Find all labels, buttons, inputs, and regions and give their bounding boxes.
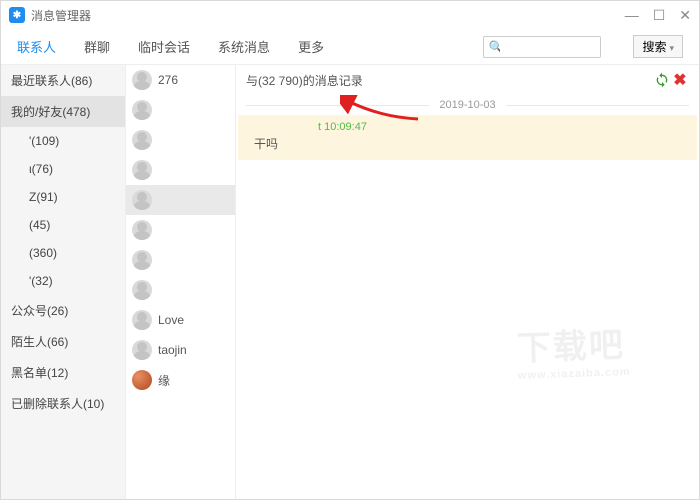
contact-name: taojin bbox=[158, 343, 187, 357]
category-item[interactable]: 黑名单(12) bbox=[1, 357, 125, 388]
avatar bbox=[132, 250, 152, 270]
contact-item[interactable] bbox=[126, 245, 235, 275]
contact-item[interactable] bbox=[126, 215, 235, 245]
window-title: 消息管理器 bbox=[31, 7, 625, 24]
close-button[interactable]: ✕ bbox=[679, 7, 691, 24]
search-box: 🔍 bbox=[483, 36, 601, 58]
refresh-icon bbox=[654, 72, 670, 88]
contact-item[interactable] bbox=[126, 275, 235, 305]
category-item[interactable]: (45) bbox=[1, 211, 125, 239]
category-item[interactable]: 我的/好友(478) bbox=[1, 96, 125, 127]
tab-groups[interactable]: 群聊 bbox=[84, 37, 110, 56]
category-item[interactable]: 已删除联系人(10) bbox=[1, 388, 125, 419]
avatar bbox=[132, 130, 152, 150]
chat-pane: 与(32 790)的消息记录 ✖ 2019-10-03 t 10:09:47 干吗 bbox=[236, 65, 699, 499]
window-controls: — ☐ ✕ bbox=[625, 7, 691, 24]
contact-name: 缘 bbox=[158, 372, 170, 389]
contact-item[interactable]: Love bbox=[126, 305, 235, 335]
tab-temp-sessions[interactable]: 临时会话 bbox=[138, 37, 190, 56]
date-label: 2019-10-03 bbox=[429, 99, 505, 111]
delete-button[interactable]: ✖ bbox=[671, 70, 689, 90]
category-item[interactable]: ι(76) bbox=[1, 155, 125, 183]
message-bubble: t 10:09:47 干吗 bbox=[238, 115, 697, 160]
search-button-label: 搜索 bbox=[642, 40, 666, 54]
delete-icon: ✖ bbox=[673, 70, 686, 90]
main-body: 最近联系人(86)我的/好友(478)'(109)ι(76)Z(91)(45)(… bbox=[1, 65, 699, 499]
tab-more[interactable]: 更多 bbox=[298, 37, 324, 56]
search-icon: 🔍 bbox=[484, 40, 500, 54]
app-window: ✱ 消息管理器 — ☐ ✕ 联系人 群聊 临时会话 系统消息 更多 🔍 搜索▾ … bbox=[0, 0, 700, 500]
avatar bbox=[132, 280, 152, 300]
contact-name: 276 bbox=[158, 73, 178, 87]
category-item[interactable]: '(109) bbox=[1, 127, 125, 155]
category-item[interactable]: 最近联系人(86) bbox=[1, 65, 125, 96]
avatar bbox=[132, 70, 152, 90]
tab-system-messages[interactable]: 系统消息 bbox=[218, 37, 270, 56]
contact-item[interactable] bbox=[126, 155, 235, 185]
chat-header: 与(32 790)的消息记录 ✖ bbox=[236, 65, 699, 95]
message-meta: t 10:09:47 bbox=[248, 121, 687, 133]
titlebar: ✱ 消息管理器 — ☐ ✕ bbox=[1, 1, 699, 29]
maximize-button[interactable]: ☐ bbox=[653, 7, 666, 24]
search-button[interactable]: 搜索▾ bbox=[633, 35, 683, 58]
avatar bbox=[132, 310, 152, 330]
contact-item[interactable] bbox=[126, 185, 235, 215]
dropdown-icon: ▾ bbox=[669, 43, 674, 53]
avatar bbox=[132, 190, 152, 210]
contact-item[interactable]: 缘 bbox=[126, 365, 235, 395]
contact-item[interactable] bbox=[126, 95, 235, 125]
contact-list: 276 Love taojin 缘 bbox=[126, 65, 236, 499]
app-logo-icon: ✱ bbox=[9, 7, 25, 23]
refresh-button[interactable] bbox=[653, 72, 671, 88]
contact-item[interactable] bbox=[126, 125, 235, 155]
category-item[interactable]: 公众号(26) bbox=[1, 295, 125, 326]
avatar bbox=[132, 370, 152, 390]
avatar bbox=[132, 160, 152, 180]
date-divider: 2019-10-03 bbox=[236, 95, 699, 115]
contact-item[interactable]: taojin bbox=[126, 335, 235, 365]
message-text: 干吗 bbox=[248, 135, 687, 152]
category-item[interactable]: Z(91) bbox=[1, 183, 125, 211]
category-item[interactable]: (360) bbox=[1, 239, 125, 267]
contact-item[interactable]: 276 bbox=[126, 65, 235, 95]
avatar bbox=[132, 220, 152, 240]
minimize-button[interactable]: — bbox=[625, 7, 639, 24]
avatar bbox=[132, 340, 152, 360]
category-sidebar: 最近联系人(86)我的/好友(478)'(109)ι(76)Z(91)(45)(… bbox=[1, 65, 126, 499]
search-input[interactable] bbox=[500, 40, 600, 54]
avatar bbox=[132, 100, 152, 120]
contact-name: Love bbox=[158, 313, 184, 327]
category-item[interactable]: 陌生人(66) bbox=[1, 326, 125, 357]
tab-contacts[interactable]: 联系人 bbox=[17, 37, 56, 56]
tab-bar: 联系人 群聊 临时会话 系统消息 更多 🔍 搜索▾ bbox=[1, 29, 699, 65]
category-item[interactable]: '(32) bbox=[1, 267, 125, 295]
chat-title: 与(32 790)的消息记录 bbox=[246, 72, 653, 89]
